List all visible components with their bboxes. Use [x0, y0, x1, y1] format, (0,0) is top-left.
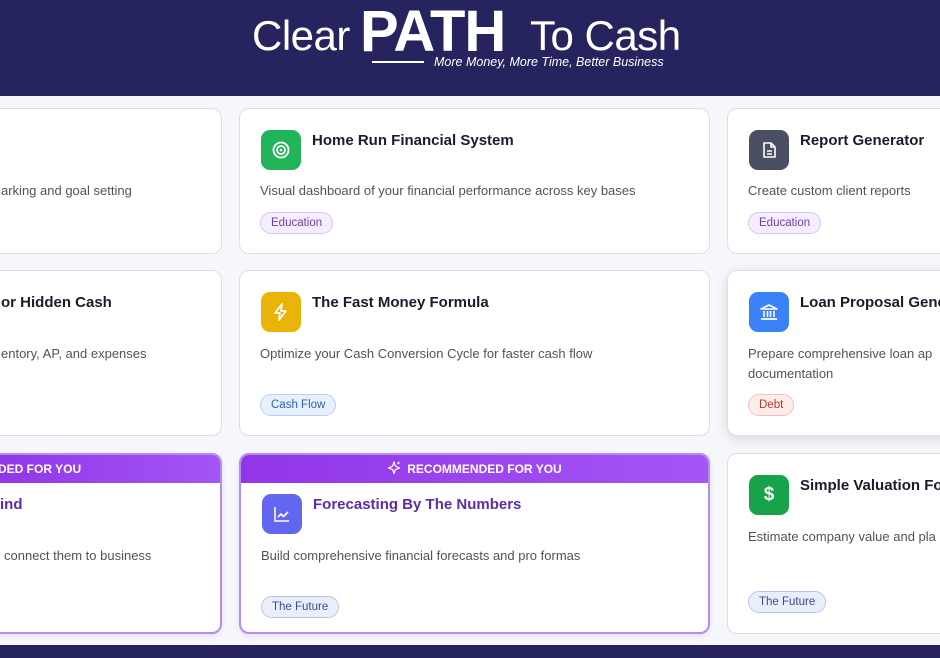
logo-word-clear: Clear: [252, 12, 350, 59]
card-description: Visual dashboard of your financial perfo…: [260, 183, 636, 198]
card-title: or Hidden Cash: [1, 294, 112, 311]
logo-word-to-cash: To Cash: [530, 12, 681, 59]
card-description: Create custom client reports: [748, 183, 911, 198]
document-icon: [749, 130, 789, 170]
card-description: entory, AP, and expenses: [1, 346, 147, 361]
category-badge: Debt: [748, 394, 795, 416]
card-title: ind: [0, 496, 23, 513]
sparkle-icon: [387, 457, 401, 485]
category-badge: Education: [260, 212, 334, 234]
recommended-label: DED FOR YOU: [0, 462, 82, 476]
card-title: Home Run Financial System: [312, 132, 514, 149]
card-description: Optimize your Cash Conversion Cycle for …: [260, 346, 593, 361]
clearpath-logo[interactable]: Clear PATH To Cash More Money, More Time…: [252, 0, 692, 96]
tool-card-recommended-left[interactable]: DED FOR YOU ind connect them to business: [0, 453, 222, 634]
bank-icon: [749, 292, 789, 332]
tool-card-loan-proposal[interactable]: Loan Proposal Gene Prepare comprehensive…: [727, 270, 940, 436]
category-badge: Cash Flow: [260, 394, 337, 416]
dollar-icon: $: [749, 475, 789, 515]
tool-card-hidden-cash[interactable]: or Hidden Cash entory, AP, and expenses: [0, 270, 222, 436]
tool-card-goal-setting[interactable]: arking and goal setting: [0, 108, 222, 254]
recommended-banner: RECOMMENDED FOR YOU: [241, 455, 708, 483]
card-title: Simple Valuation Fo: [800, 477, 940, 494]
card-description: connect them to business: [4, 548, 152, 563]
card-title: The Fast Money Formula: [312, 294, 489, 311]
card-title: Report Generator: [800, 132, 925, 149]
footer-bar: [0, 645, 940, 658]
card-description: Estimate company value and pla: [748, 529, 936, 544]
tool-card-home-run[interactable]: Home Run Financial System Visual dashboa…: [239, 108, 710, 254]
header: Clear PATH To Cash More Money, More Time…: [0, 0, 940, 96]
category-badge: The Future: [748, 591, 827, 613]
tool-card-report-generator[interactable]: Report Generator Create custom client re…: [727, 108, 940, 254]
tool-card-simple-valuation[interactable]: $ Simple Valuation Fo Estimate company v…: [727, 453, 940, 634]
category-badge: Education: [748, 212, 822, 234]
tool-card-forecasting[interactable]: RECOMMENDED FOR YOU Forecasting By The N…: [239, 453, 710, 634]
logo-tagline: More Money, More Time, Better Business: [434, 55, 664, 69]
target-icon: [261, 130, 301, 170]
card-description: arking and goal setting: [1, 183, 132, 198]
logo-divider: [372, 61, 424, 63]
card-description: Build comprehensive financial forecasts …: [261, 548, 581, 563]
tool-card-fast-money[interactable]: The Fast Money Formula Optimize your Cas…: [239, 270, 710, 436]
recommended-banner: DED FOR YOU: [0, 455, 220, 483]
card-description: Prepare comprehensive loan ap: [748, 346, 933, 361]
category-badge: The Future: [261, 596, 340, 618]
card-title: Loan Proposal Gene: [800, 294, 940, 311]
recommended-label: RECOMMENDED FOR YOU: [407, 462, 562, 476]
card-title: Forecasting By The Numbers: [313, 496, 522, 513]
lightning-icon: [261, 292, 301, 332]
line-chart-icon: [262, 494, 302, 534]
card-description-line2: documentation: [748, 366, 834, 381]
